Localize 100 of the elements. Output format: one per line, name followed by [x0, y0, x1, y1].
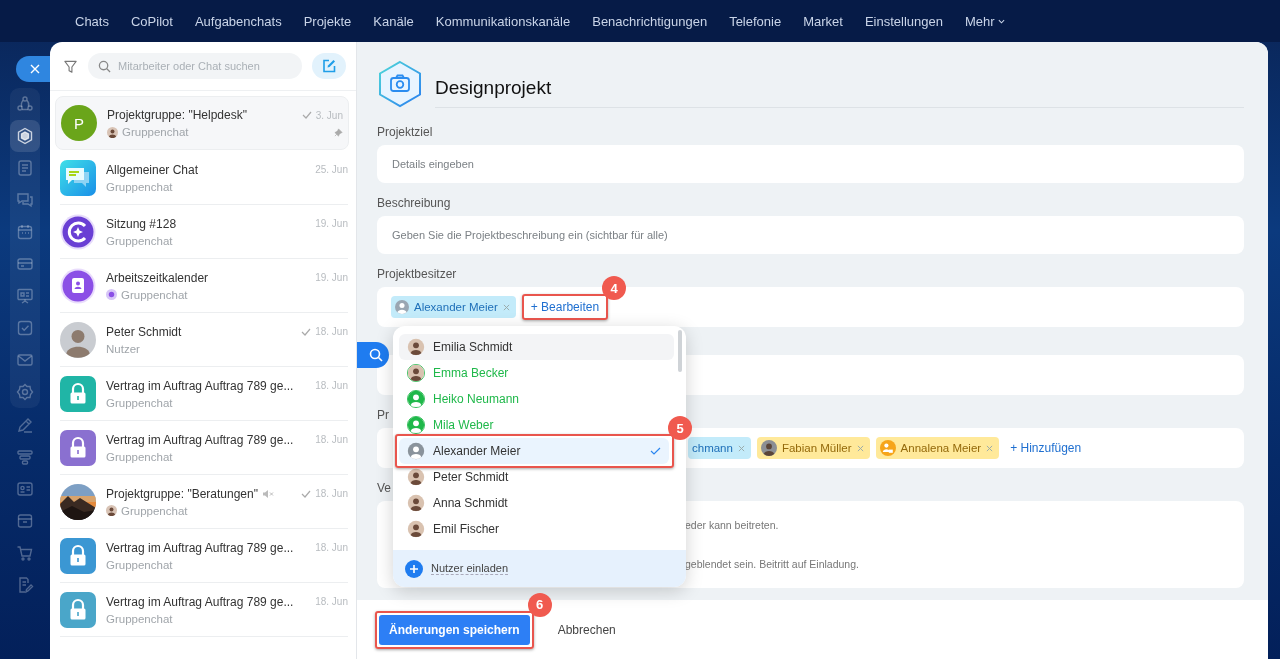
project-title[interactable]: Designprojekt: [435, 70, 1244, 108]
chat-subtitle: Gruppenchat: [121, 288, 188, 301]
user-name: Emma Becker: [433, 366, 509, 380]
option-description: eder kann beitreten.: [685, 519, 780, 531]
user-option[interactable]: Alexander Meier: [399, 438, 669, 464]
step-badge: 5: [668, 416, 692, 440]
nav-item[interactable]: Market: [803, 13, 843, 29]
hub-icon[interactable]: [16, 95, 34, 113]
close-icon[interactable]: [856, 444, 864, 452]
cancel-button[interactable]: Abbrechen: [551, 621, 622, 638]
chat-date: 19. Jun: [315, 218, 348, 229]
search-button[interactable]: [357, 342, 389, 368]
nav-item[interactable]: Mehr: [965, 13, 1005, 29]
user-tag[interactable]: Alexander Meier: [391, 296, 516, 318]
compose-button[interactable]: [312, 53, 346, 79]
chat-item[interactable]: Projektgruppe: "Beratungen" 18. Jun Gruppenchat: [60, 475, 348, 529]
check-icon: [301, 111, 312, 119]
close-icon[interactable]: [502, 303, 510, 311]
edit-link[interactable]: + Bearbeiten: [525, 298, 605, 316]
nav-item[interactable]: Kommunikationskanäle: [435, 13, 571, 29]
nav-item[interactable]: Benachrichtigungen: [592, 13, 708, 29]
nav-item[interactable]: Projekte: [303, 13, 352, 29]
check-icon: [650, 447, 661, 455]
chat-name: Vertrag im Auftrag Auftrag 789 ge...: [106, 594, 294, 609]
checkbox-icon[interactable]: [16, 319, 34, 337]
input-field[interactable]: Details eingeben: [377, 145, 1244, 183]
nav-item[interactable]: CoPilot: [130, 13, 173, 29]
input-field[interactable]: Geben Sie die Projektbeschreibung ein (sichtbar für alle): [377, 216, 1244, 254]
user-name: Alexander Meier: [433, 444, 522, 458]
chat-item[interactable]: Arbeitszeitkalender 19. Jun Gruppenchat: [60, 259, 348, 313]
cart-icon[interactable]: [16, 544, 34, 562]
chat-item[interactable]: Allgemeiner Chat 25. Jun Gruppenchat: [60, 151, 348, 205]
save-button[interactable]: Änderungen speichern: [379, 614, 530, 645]
chat-item[interactable]: Vertrag im Auftrag Auftrag 789 ge... 18. Jun Gruppenchat: [60, 367, 348, 421]
mail-icon[interactable]: [16, 351, 34, 369]
idcard-icon[interactable]: [16, 480, 34, 498]
nav-item[interactable]: Kanäle: [373, 13, 414, 29]
chat-name: Vertrag im Auftrag Auftrag 789 ge...: [106, 378, 294, 393]
close-icon: [30, 64, 40, 74]
nav-item[interactable]: Aufgabenchats: [194, 13, 282, 29]
chat-name: Arbeitszeitkalender: [106, 270, 209, 285]
hexagon-icon[interactable]: [16, 127, 34, 145]
user-option[interactable]: Emil Fischer: [399, 516, 507, 542]
user-option[interactable]: Emilia Schmidt: [399, 334, 674, 360]
invite-button[interactable]: Nutzer einladen: [405, 559, 509, 578]
funnel-icon[interactable]: [16, 448, 34, 466]
user-name: Peter Schmidt: [433, 470, 509, 484]
document-icon[interactable]: [16, 159, 34, 177]
user-tag[interactable]: chmann: [688, 437, 751, 459]
search-field[interactable]: Mitarbeiter oder Chat suchen: [88, 53, 302, 79]
close-icon[interactable]: [986, 444, 994, 452]
user-name: Emilia Schmidt: [433, 340, 514, 354]
check-icon: [301, 489, 312, 498]
card-icon[interactable]: [16, 255, 34, 273]
chat-subtitle: Nutzer: [106, 342, 140, 355]
person-avatar: [107, 126, 118, 138]
pen-icon[interactable]: [16, 416, 34, 434]
search-icon: [369, 348, 383, 362]
user-tag[interactable]: Fabian Müller: [756, 437, 870, 459]
chat-date: 18. Jun: [315, 488, 348, 499]
chat-item[interactable]: Sitzung #128 19. Jun Gruppenchat: [60, 205, 348, 259]
board-icon[interactable]: [16, 287, 34, 305]
nav-item[interactable]: Einstellungen: [864, 13, 943, 29]
chat-item[interactable]: Vertrag im Auftrag Auftrag 789 ge... 18. Jun Gruppenchat: [60, 421, 348, 475]
person-avatar: [106, 505, 117, 516]
scrollbar[interactable]: [678, 330, 682, 372]
nav-item[interactable]: Chats: [75, 13, 109, 29]
gear-icon[interactable]: [16, 383, 34, 401]
add-link[interactable]: + Hinzufügen: [1005, 439, 1087, 457]
step-badge: 6: [527, 592, 552, 617]
user-name: Emil Fischer: [433, 522, 499, 536]
chat-name: Projektgruppe: "Beratungen": [106, 486, 258, 501]
close-icon[interactable]: [737, 444, 745, 452]
docedit-icon[interactable]: [16, 576, 34, 594]
chat-item[interactable]: Peter Schmidt 18. Jun Nutzer: [60, 313, 348, 367]
chat-date: 18. Jun: [315, 380, 348, 391]
field-label: Projektbesitzer: [377, 266, 457, 282]
person-avatar: [60, 321, 96, 358]
copilot-icon: [60, 213, 96, 250]
calendar-icon[interactable]: [16, 223, 34, 241]
field-label: Projektziel: [377, 124, 433, 140]
chat-date: 18. Jun: [315, 326, 348, 337]
filter-icon[interactable]: [63, 58, 78, 74]
close-button[interactable]: [16, 56, 50, 82]
user-tag[interactable]: Annalena Meier: [875, 437, 1000, 459]
nav-item[interactable]: Telefonie: [729, 13, 782, 29]
chat-item[interactable]: Vertrag im Auftrag Auftrag 789 ge... 18. Jun Gruppenchat: [60, 529, 348, 583]
user-option[interactable]: Anna Schmidt: [399, 490, 516, 516]
chat-date: 18. Jun: [315, 542, 348, 553]
chat-subtitle: Gruppenchat: [106, 396, 173, 409]
chat-name: Allgemeiner Chat: [106, 162, 199, 177]
avatar: P: [61, 105, 97, 141]
chat-subtitle: Gruppenchat: [122, 126, 189, 138]
chat-item[interactable]: P Projektgruppe: "Helpdesk" 3. Jun Gruppenchat: [55, 96, 349, 150]
chat-name: Sitzung #128: [106, 216, 177, 231]
chat-item[interactable]: Vertrag im Auftrag Auftrag 789 ge... 18. Jun Gruppenchat: [60, 583, 348, 637]
archive-icon[interactable]: [16, 512, 34, 530]
chats-icon[interactable]: [16, 191, 34, 209]
chat-subtitle: Gruppenchat: [106, 612, 173, 625]
camera-icon[interactable]: [377, 60, 423, 108]
